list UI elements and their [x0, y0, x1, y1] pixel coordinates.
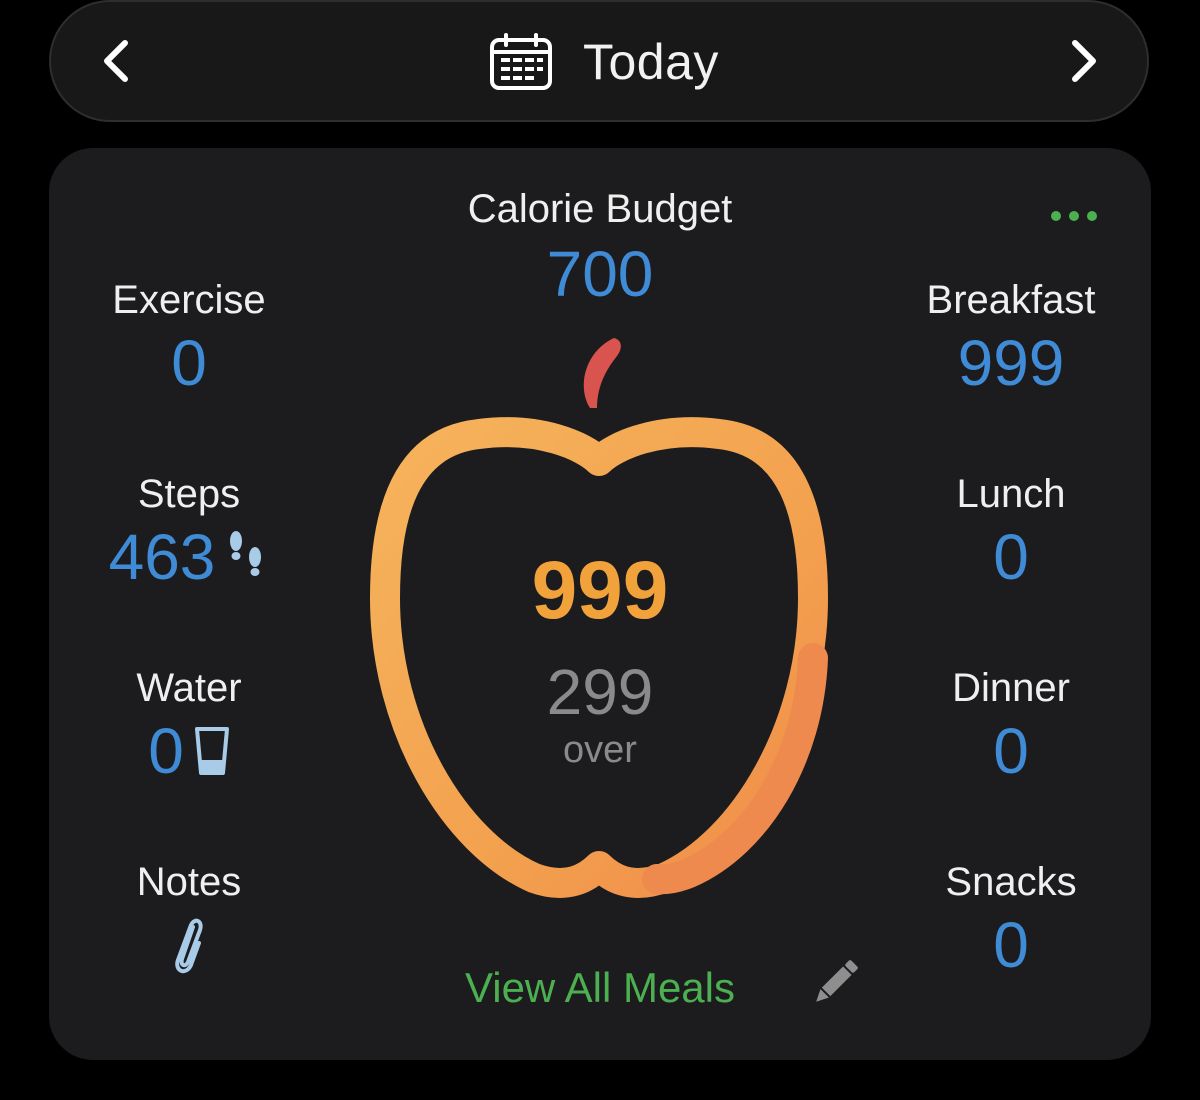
dinner-stat[interactable]: Dinner 0 — [871, 664, 1151, 790]
notes-label: Notes — [136, 860, 242, 904]
calorie-budget[interactable]: Calorie Budget 700 — [350, 184, 850, 314]
chevron-left-icon — [104, 40, 128, 82]
snacks-label: Snacks — [945, 860, 1077, 904]
calorie-summary-card: Calorie Budget 700 Exercise 0 Steps 463 — [49, 148, 1151, 1060]
steps-value-row: 463 — [109, 518, 270, 596]
water-value-row: 0 — [148, 712, 230, 790]
calories-eaten: 999 — [531, 545, 669, 636]
steps-stat[interactable]: Steps 463 — [49, 470, 329, 596]
paperclip-icon — [175, 918, 203, 974]
edit-button[interactable] — [806, 952, 866, 1012]
snacks-stat[interactable]: Snacks 0 — [871, 858, 1151, 984]
dinner-value: 0 — [993, 715, 1029, 787]
steps-value: 463 — [108, 521, 216, 593]
next-day-button[interactable] — [1059, 37, 1103, 85]
water-stat[interactable]: Water 0 — [49, 664, 329, 790]
glass-icon — [194, 727, 229, 775]
date-navigator: Today — [49, 0, 1149, 122]
calories-status: over — [563, 729, 637, 771]
exercise-stat[interactable]: Exercise 0 — [49, 276, 329, 402]
steps-label: Steps — [137, 472, 241, 516]
notes-icon-row — [169, 906, 209, 984]
snacks-value: 0 — [993, 909, 1029, 981]
calorie-budget-value: 700 — [546, 238, 654, 310]
date-selector[interactable]: Today — [489, 30, 719, 94]
exercise-label: Exercise — [112, 278, 266, 322]
date-title: Today — [583, 34, 719, 90]
footsteps-icon — [230, 531, 262, 576]
calories-remaining: 299 — [546, 656, 654, 728]
exercise-value: 0 — [171, 327, 207, 399]
breakfast-label: Breakfast — [926, 278, 1096, 322]
dinner-label: Dinner — [952, 666, 1070, 710]
calorie-budget-label: Calorie Budget — [467, 187, 733, 231]
lunch-label: Lunch — [956, 472, 1066, 516]
chevron-right-icon — [1072, 40, 1096, 82]
previous-day-button[interactable] — [97, 37, 141, 85]
breakfast-stat[interactable]: Breakfast 999 — [871, 276, 1151, 402]
water-label: Water — [136, 666, 242, 710]
view-all-meals-link[interactable]: View All Meals — [400, 960, 800, 1016]
apple-stem — [583, 338, 621, 408]
more-dots-icon — [1051, 211, 1097, 221]
lunch-value: 0 — [993, 521, 1029, 593]
breakfast-value: 999 — [957, 327, 1065, 399]
calorie-center: 999 299 over — [400, 543, 800, 773]
pencil-icon — [816, 960, 858, 1002]
water-value: 0 — [148, 715, 184, 787]
more-options-button[interactable] — [1044, 203, 1114, 229]
calendar-icon — [490, 33, 552, 90]
notes-stat[interactable]: Notes — [49, 858, 329, 984]
lunch-stat[interactable]: Lunch 0 — [871, 470, 1151, 596]
